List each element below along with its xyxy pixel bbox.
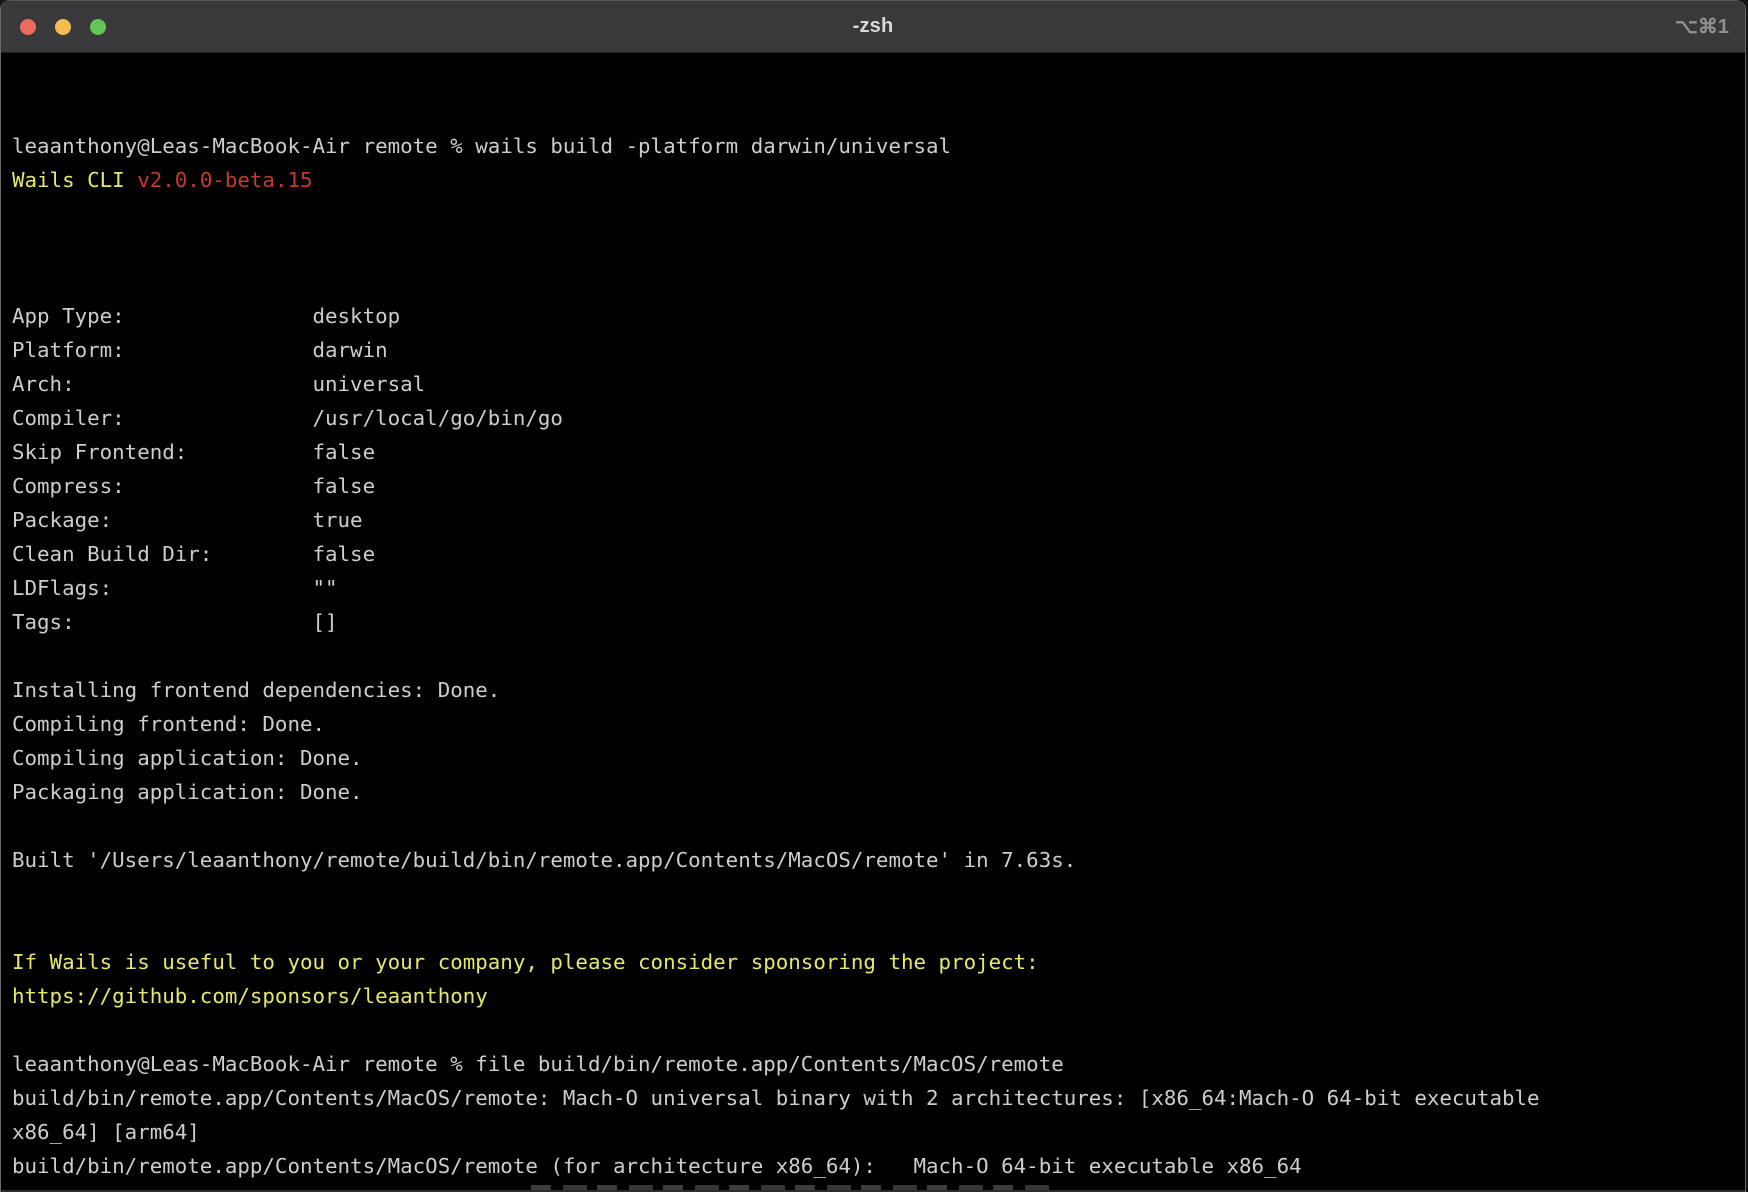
- terminal-line: Installing frontend dependencies: Done.: [12, 673, 1745, 707]
- terminal-line: https://github.com/sponsors/leaanthony: [12, 979, 1745, 1013]
- terminal-window: -zsh ⌥⌘1 leaanthony@Leas-MacBook-Air rem…: [0, 0, 1746, 1192]
- terminal-line: x86_64] [arm64]: [12, 1115, 1745, 1149]
- terminal-line: [12, 265, 1745, 299]
- terminal-content[interactable]: leaanthony@Leas-MacBook-Air remote % wai…: [1, 53, 1745, 1192]
- window-title: -zsh: [853, 15, 894, 38]
- terminal-line: [12, 809, 1745, 843]
- traffic-lights: [20, 19, 106, 35]
- terminal-line: LDFlags: "": [12, 571, 1745, 605]
- terminal-line: leaanthony@Leas-MacBook-Air remote % wai…: [12, 129, 1745, 163]
- terminal-line: [12, 197, 1745, 231]
- terminal-line: Clean Build Dir: false: [12, 537, 1745, 571]
- terminal-line: [12, 1013, 1745, 1047]
- terminal-line: Built '/Users/leaanthony/remote/build/bi…: [12, 843, 1745, 877]
- terminal-line: [12, 911, 1745, 945]
- terminal-line: Compiler: /usr/local/go/bin/go: [12, 401, 1745, 435]
- terminal-line: Compiling frontend: Done.: [12, 707, 1745, 741]
- terminal-output: leaanthony@Leas-MacBook-Air remote % wai…: [12, 129, 1745, 1192]
- terminal-line: If Wails is useful to you or your compan…: [12, 945, 1745, 979]
- terminal-line: App Type: desktop: [12, 299, 1745, 333]
- terminal-line: Wails CLI v2.0.0-beta.15: [12, 163, 1745, 197]
- terminal-line: [12, 639, 1745, 673]
- minimize-button[interactable]: [55, 19, 71, 35]
- titlebar[interactable]: -zsh ⌥⌘1: [1, 0, 1745, 53]
- terminal-line: Arch: universal: [12, 367, 1745, 401]
- terminal-line: leaanthony@Leas-MacBook-Air remote % fil…: [12, 1047, 1745, 1081]
- terminal-line: Package: true: [12, 503, 1745, 537]
- terminal-line: Compress: false: [12, 469, 1745, 503]
- terminal-line: Compiling application: Done.: [12, 741, 1745, 775]
- window-shortcut-badge: ⌥⌘1: [1675, 1, 1729, 52]
- close-button[interactable]: [20, 19, 36, 35]
- terminal-line: Packaging application: Done.: [12, 775, 1745, 809]
- terminal-line: Skip Frontend: false: [12, 435, 1745, 469]
- terminal-line: [12, 877, 1745, 911]
- terminal-line: build/bin/remote.app/Contents/MacOS/remo…: [12, 1149, 1745, 1183]
- terminal-line: Tags: []: [12, 605, 1745, 639]
- terminal-line: Platform: darwin: [12, 333, 1745, 367]
- terminal-line: [12, 231, 1745, 265]
- zoom-button[interactable]: [90, 19, 106, 35]
- terminal-line: build/bin/remote.app/Contents/MacOS/remo…: [12, 1081, 1745, 1115]
